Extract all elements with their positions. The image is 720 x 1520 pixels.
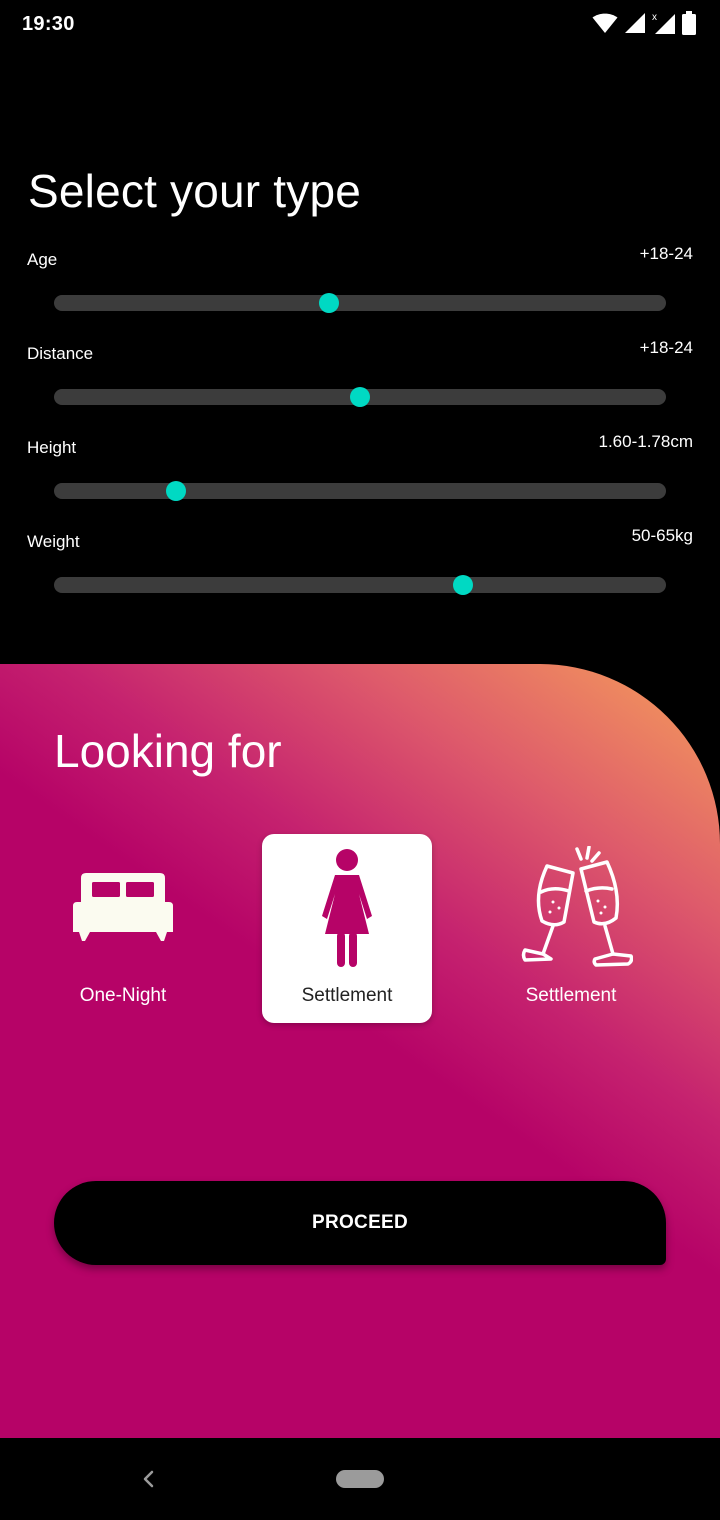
height-slider-thumb[interactable] <box>166 481 187 501</box>
height-slider-row: Height 1.60-1.78cm <box>27 432 693 528</box>
champagne-toast-icon <box>486 846 656 972</box>
distance-value: +18-24 <box>639 338 693 357</box>
svg-text:x: x <box>652 12 657 23</box>
age-slider-row: Age +18-24 <box>27 244 693 340</box>
status-icons: x <box>592 10 696 36</box>
age-value: +18-24 <box>639 244 693 263</box>
battery-icon <box>682 11 696 35</box>
signal-no-data-icon: x <box>652 12 675 34</box>
system-nav-bar <box>0 1438 720 1520</box>
age-slider-track[interactable] <box>54 293 666 313</box>
height-label: Height <box>27 438 77 457</box>
back-icon[interactable] <box>136 1466 160 1492</box>
looking-for-panel: Looking for One-Night Settlement Settlem… <box>0 664 720 1438</box>
status-bar: 19:30 x <box>0 0 720 48</box>
distance-slider-row: Distance +18-24 <box>27 338 693 434</box>
proceed-button[interactable]: PROCEED <box>54 1181 666 1265</box>
weight-slider-thumb[interactable] <box>452 575 473 595</box>
option-settlement-champagne[interactable]: Settlement <box>486 834 656 1023</box>
option-one-night-label: One-Night <box>79 985 167 1006</box>
distance-slider-track[interactable] <box>54 387 666 407</box>
signal-icon <box>625 13 645 33</box>
looking-for-title: Looking for <box>54 725 282 777</box>
option-settlement-woman[interactable]: Settlement <box>262 834 432 1023</box>
bed-icon <box>38 872 208 944</box>
height-slider-track[interactable] <box>54 481 666 501</box>
wifi-icon <box>592 13 618 33</box>
height-value: 1.60-1.78cm <box>598 432 694 451</box>
weight-slider-row: Weight 50-65kg <box>27 526 693 622</box>
option-one-night[interactable]: One-Night <box>38 834 208 1023</box>
woman-icon <box>262 848 432 968</box>
age-label: Age <box>27 250 58 269</box>
home-pill-icon[interactable] <box>336 1470 384 1488</box>
status-time: 19:30 <box>22 13 75 35</box>
weight-label: Weight <box>27 532 80 551</box>
age-slider-thumb[interactable] <box>318 293 339 313</box>
option-settlement-woman-label: Settlement <box>301 985 393 1006</box>
distance-label: Distance <box>27 344 94 363</box>
option-settlement-champagne-label: Settlement <box>525 985 617 1006</box>
page-title: Select your type <box>28 165 362 217</box>
distance-slider-thumb[interactable] <box>350 387 370 407</box>
weight-slider-track[interactable] <box>54 575 666 595</box>
weight-value: 50-65kg <box>631 526 693 545</box>
